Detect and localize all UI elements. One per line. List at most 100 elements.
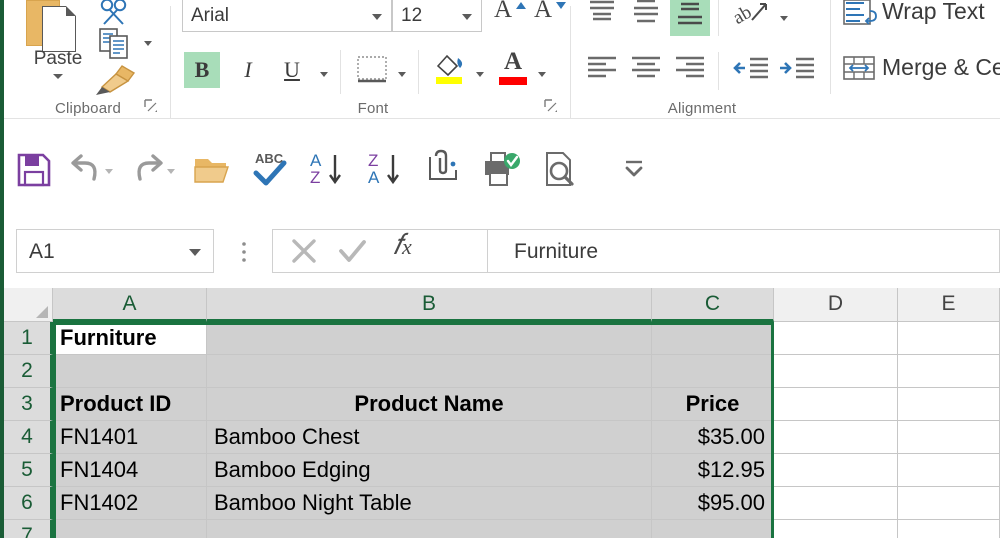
select-all-corner[interactable] — [4, 288, 53, 322]
cell-D5[interactable] — [774, 454, 898, 487]
format-painter-button[interactable] — [92, 62, 138, 98]
cut-button[interactable] — [99, 0, 133, 28]
decrease-indent-button[interactable] — [730, 50, 774, 90]
row-header-3[interactable]: 3 — [4, 388, 53, 421]
font-name-caret-icon[interactable] — [372, 14, 382, 20]
cell-B2[interactable] — [207, 355, 652, 388]
column-header-d[interactable]: D — [774, 288, 898, 322]
align-center-button[interactable] — [626, 50, 666, 90]
increase-indent-button[interactable] — [776, 50, 820, 90]
cell-D1[interactable] — [774, 322, 898, 355]
print-preview-button[interactable] — [538, 147, 582, 193]
copy-dropdown-caret-icon[interactable] — [144, 41, 152, 46]
underline-button[interactable]: U — [274, 52, 310, 88]
cell-D2[interactable] — [774, 355, 898, 388]
column-header-e[interactable]: E — [898, 288, 1000, 322]
align-left-button[interactable] — [582, 50, 622, 90]
copy-button[interactable] — [99, 28, 133, 62]
spelling-button[interactable]: ABC — [248, 147, 292, 193]
align-right-button[interactable] — [670, 50, 710, 90]
redo-dropdown-caret-icon[interactable] — [167, 169, 175, 174]
fill-color-dropdown-caret-icon[interactable] — [476, 72, 484, 77]
confirm-entry-button[interactable] — [335, 235, 369, 272]
row-header-6[interactable]: 6 — [4, 487, 53, 520]
open-button[interactable] — [190, 147, 234, 193]
clipboard-dialog-launcher[interactable] — [144, 99, 158, 113]
cell-C1[interactable] — [652, 322, 774, 355]
font-size-caret-icon[interactable] — [462, 14, 472, 20]
borders-button[interactable] — [354, 54, 390, 86]
cell-A2[interactable] — [53, 355, 207, 388]
paste-dropdown-caret-icon[interactable] — [53, 74, 63, 79]
cell-D3[interactable] — [774, 388, 898, 421]
text-orientation-button[interactable]: ab — [729, 0, 774, 34]
formula-bar-grip[interactable] — [240, 236, 248, 266]
cell-D4[interactable] — [774, 421, 898, 454]
underline-dropdown-caret-icon[interactable] — [320, 72, 328, 77]
cell-A4[interactable]: FN1401 — [53, 421, 207, 454]
borders-dropdown-caret-icon[interactable] — [398, 72, 406, 77]
align-middle-button[interactable] — [626, 0, 666, 32]
row-header-7[interactable]: 7 — [4, 520, 53, 538]
row-header-5[interactable]: 5 — [4, 454, 53, 487]
cell-E1[interactable] — [898, 322, 1000, 355]
sort-descending-button[interactable]: Z A — [364, 147, 408, 193]
cell-A3[interactable]: Product ID — [53, 388, 207, 421]
cell-B3[interactable]: Product Name — [207, 388, 652, 421]
customize-toolbar-button[interactable] — [612, 147, 656, 193]
column-header-a[interactable]: A — [53, 288, 207, 322]
cancel-entry-button[interactable] — [287, 235, 321, 272]
italic-button[interactable]: I — [230, 52, 266, 88]
cell-B7[interactable] — [207, 520, 652, 538]
font-name-combobox[interactable]: Arial — [182, 0, 392, 32]
insert-function-button[interactable]: 𝑓x — [393, 229, 412, 262]
name-box[interactable]: A1 — [16, 229, 214, 273]
align-bottom-button[interactable] — [670, 0, 710, 36]
cell-C7[interactable] — [652, 520, 774, 538]
font-dialog-launcher[interactable] — [544, 99, 558, 113]
font-size-combobox[interactable]: 12 — [392, 0, 482, 32]
save-button[interactable] — [12, 147, 56, 193]
cell-D7[interactable] — [774, 520, 898, 538]
align-top-button[interactable] — [582, 0, 622, 32]
cell-A1[interactable]: Furniture — [53, 322, 207, 355]
paste-button[interactable]: Paste — [22, 0, 94, 86]
text-orientation-dropdown-caret-icon[interactable] — [780, 16, 788, 21]
decrease-font-size-button[interactable]: A — [530, 0, 570, 34]
cell-B5[interactable]: Bamboo Edging — [207, 454, 652, 487]
column-header-b[interactable]: B — [207, 288, 652, 322]
cell-E5[interactable] — [898, 454, 1000, 487]
redo-button[interactable] — [126, 147, 170, 193]
formula-input[interactable]: Furniture — [488, 229, 1000, 273]
undo-button[interactable] — [64, 147, 108, 193]
name-box-caret-icon[interactable] — [189, 249, 201, 256]
cell-A7[interactable] — [53, 520, 207, 538]
cell-E4[interactable] — [898, 421, 1000, 454]
font-color-dropdown-caret-icon[interactable] — [538, 72, 546, 77]
cell-A5[interactable]: FN1404 — [53, 454, 207, 487]
cell-A6[interactable]: FN1402 — [53, 487, 207, 520]
attach-button[interactable] — [422, 147, 466, 193]
row-header-2[interactable]: 2 — [4, 355, 53, 388]
cell-B4[interactable]: Bamboo Chest — [207, 421, 652, 454]
cell-E3[interactable] — [898, 388, 1000, 421]
row-header-1[interactable]: 1 — [4, 322, 53, 355]
cell-B6[interactable]: Bamboo Night Table — [207, 487, 652, 520]
cell-C5[interactable]: $12.95 — [652, 454, 774, 487]
cell-E2[interactable] — [898, 355, 1000, 388]
fill-color-button[interactable] — [432, 50, 470, 90]
cell-B1[interactable] — [207, 322, 652, 355]
undo-dropdown-caret-icon[interactable] — [105, 169, 113, 174]
cell-D6[interactable] — [774, 487, 898, 520]
cell-C4[interactable]: $35.00 — [652, 421, 774, 454]
cell-E6[interactable] — [898, 487, 1000, 520]
cell-C2[interactable] — [652, 355, 774, 388]
print-button[interactable] — [480, 147, 524, 193]
sort-ascending-button[interactable]: A Z — [306, 147, 350, 193]
font-color-button[interactable]: A — [494, 48, 532, 90]
bold-button[interactable]: B — [184, 52, 220, 88]
cell-C3[interactable]: Price — [652, 388, 774, 421]
column-header-c[interactable]: C — [652, 288, 774, 322]
increase-font-size-button[interactable]: A — [490, 0, 530, 34]
cell-C6[interactable]: $95.00 — [652, 487, 774, 520]
